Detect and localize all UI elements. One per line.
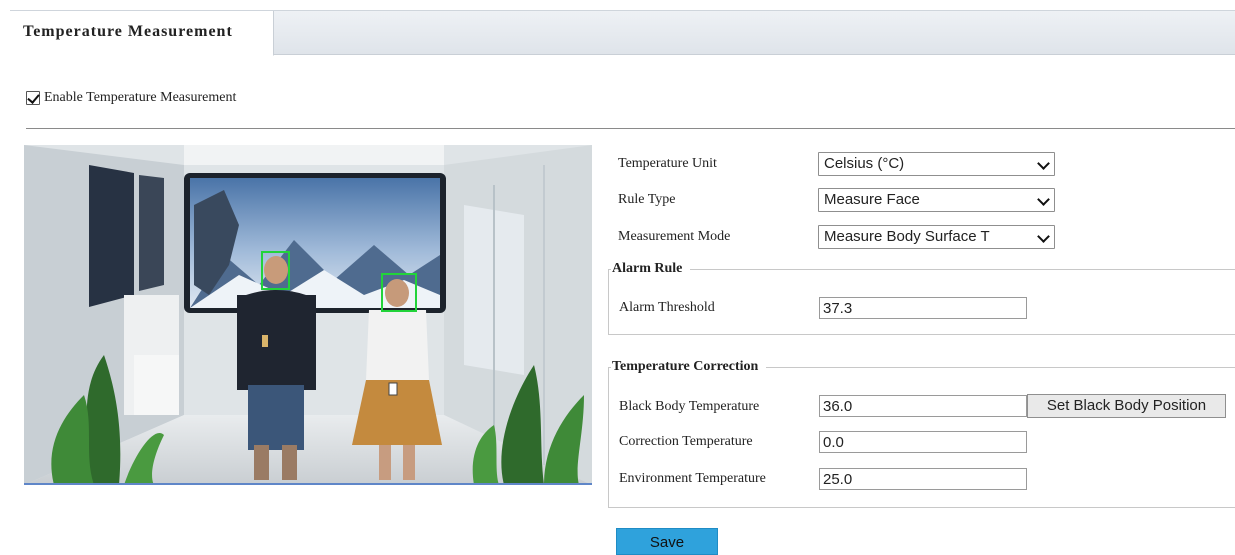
environment-temp-row: Environment Temperature	[619, 467, 819, 491]
alarm-rule-title: Alarm Rule	[611, 261, 691, 277]
chevron-down-icon	[1037, 193, 1050, 206]
rule-type-row: Rule Type	[618, 188, 818, 212]
environment-temp-input[interactable]: 25.0	[819, 468, 1027, 490]
enable-checkbox[interactable]	[26, 91, 40, 105]
divider	[26, 128, 1235, 129]
live-video-preview	[24, 145, 592, 485]
chevron-down-icon	[1037, 157, 1050, 170]
rule-type-value: Measure Face	[824, 191, 920, 208]
tab-temperature-measurement[interactable]: Temperature Measurement	[10, 11, 274, 56]
temperature-correction-title: Temperature Correction	[611, 359, 767, 375]
alarm-threshold-row: Alarm Threshold	[619, 296, 819, 320]
settings-form: Temperature Unit Celsius (°C) Rule Type …	[608, 140, 1235, 555]
enable-temperature-measurement[interactable]: Enable Temperature Measurement	[26, 88, 236, 108]
temperature-unit-label: Temperature Unit	[618, 156, 717, 171]
correction-temp-input[interactable]: 0.0	[819, 431, 1027, 453]
correction-temp-row: Correction Temperature	[619, 430, 819, 454]
save-button[interactable]: Save	[616, 528, 718, 555]
black-body-row: Black Body Temperature	[619, 395, 819, 419]
temperature-correction-group: Temperature Correction Black Body Temper…	[608, 359, 1235, 508]
measurement-mode-value: Measure Body Surface T	[824, 228, 990, 245]
black-body-input[interactable]: 36.0	[819, 395, 1027, 417]
alarm-threshold-label: Alarm Threshold	[619, 300, 715, 315]
measurement-mode-row: Measurement Mode	[618, 225, 818, 249]
alarm-threshold-input[interactable]: 37.3	[819, 297, 1027, 319]
chevron-down-icon	[1037, 230, 1050, 243]
correction-temp-label: Correction Temperature	[619, 434, 753, 449]
rule-type-select[interactable]: Measure Face	[818, 188, 1055, 212]
tab-bar: Temperature Measurement	[10, 10, 1235, 56]
measurement-mode-label: Measurement Mode	[618, 229, 731, 244]
temperature-unit-row: Temperature Unit	[618, 152, 818, 176]
measurement-mode-select[interactable]: Measure Body Surface T	[818, 225, 1055, 249]
environment-temp-label: Environment Temperature	[619, 471, 766, 486]
alarm-rule-group: Alarm Rule Alarm Threshold 37.3	[608, 261, 1235, 335]
temperature-unit-select[interactable]: Celsius (°C)	[818, 152, 1055, 176]
set-black-body-position-button[interactable]: Set Black Body Position	[1027, 394, 1226, 418]
enable-label: Enable Temperature Measurement	[44, 90, 237, 105]
face-1	[264, 256, 288, 284]
black-body-label: Black Body Temperature	[619, 399, 760, 414]
temperature-unit-value: Celsius (°C)	[824, 155, 905, 172]
rule-type-label: Rule Type	[618, 192, 676, 207]
